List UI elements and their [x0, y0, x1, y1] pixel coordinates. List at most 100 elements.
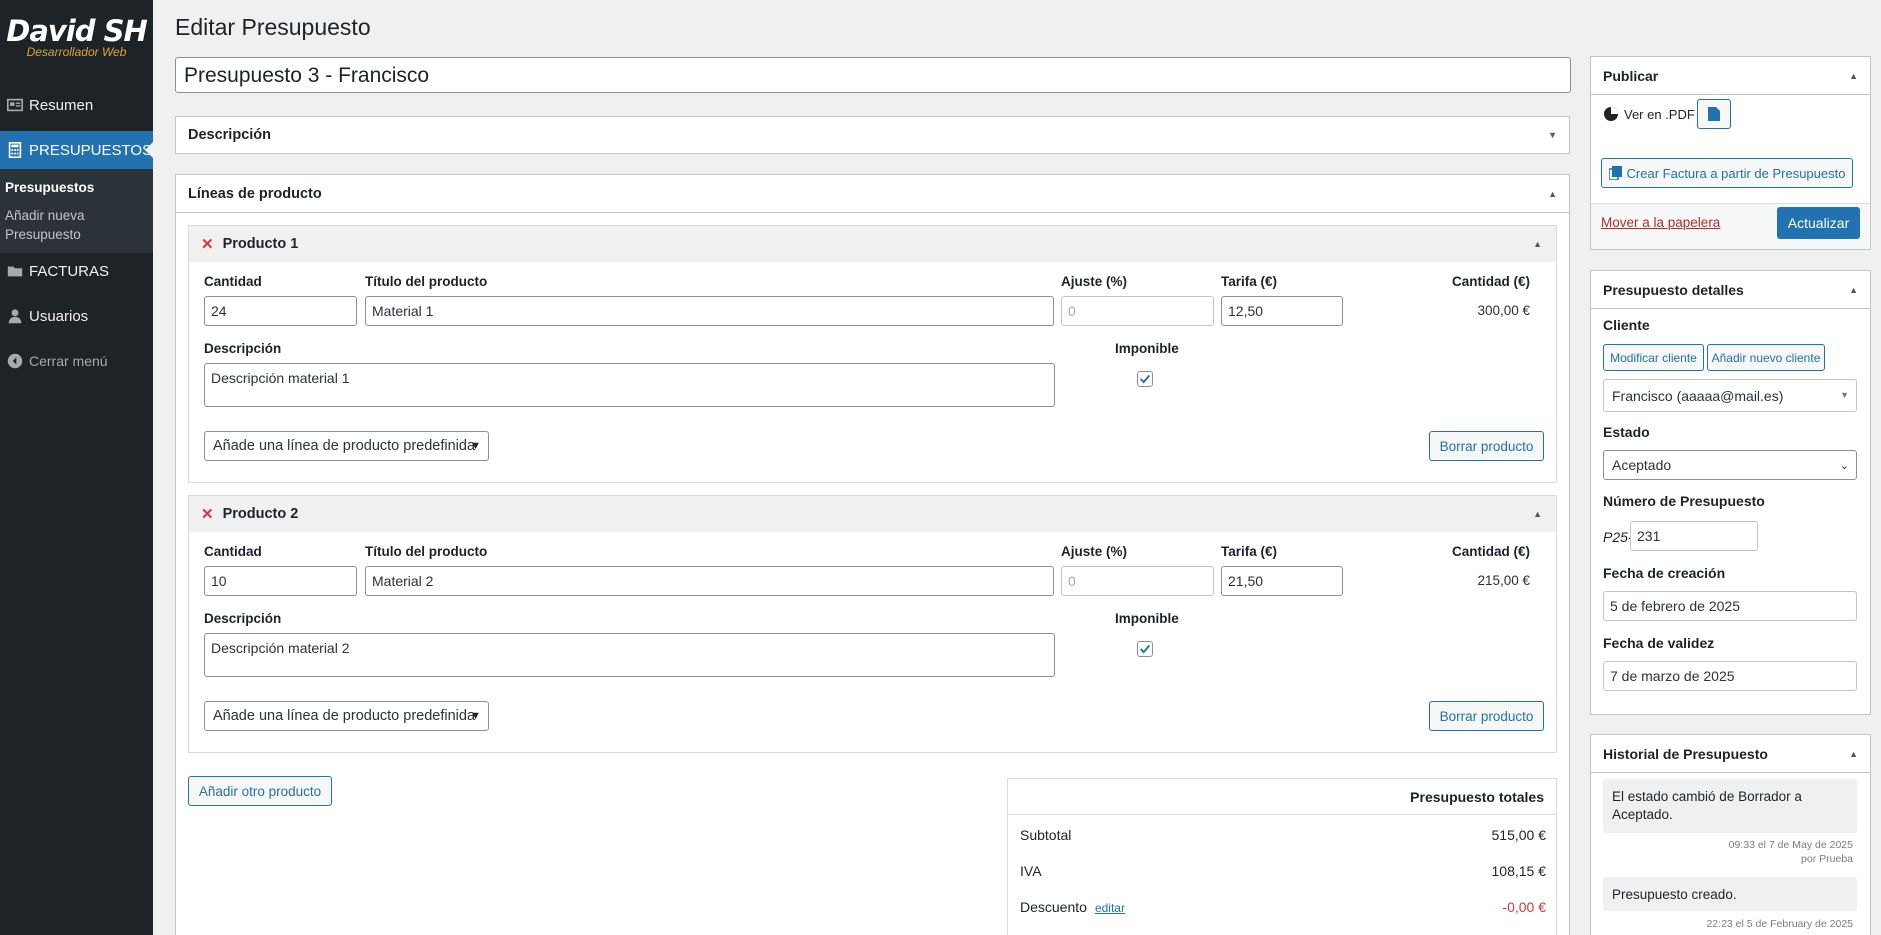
product-title-input[interactable]: Material 1 — [365, 296, 1054, 326]
rate-input[interactable]: 21,50 — [1221, 566, 1343, 596]
predefined-line-label: Añade una línea de producto predefinida — [213, 708, 476, 724]
taxable-checkbox[interactable] — [1137, 371, 1153, 387]
collapse-label: Cerrar menú — [29, 353, 108, 369]
discount-row: Descuento editar -0,00 € — [1020, 899, 1546, 915]
product-title-input[interactable]: Material 2 — [365, 566, 1054, 596]
product-lines-header[interactable]: Líneas de producto ▲ — [176, 175, 1569, 213]
post-title-input[interactable]: Presupuesto 3 - Francisco — [175, 57, 1571, 93]
add-product-button[interactable]: Añadir otro producto — [188, 776, 332, 806]
subtotal-label: Subtotal — [1020, 827, 1072, 843]
toggle-up-icon[interactable]: ▲ — [1849, 285, 1858, 295]
created-date-input[interactable]: 5 de febrero de 2025 — [1603, 591, 1857, 621]
line-amount: 300,00 € — [1477, 303, 1530, 318]
rate-input[interactable]: 12,50 — [1221, 296, 1343, 326]
quantity-input[interactable]: 10 — [204, 566, 357, 596]
remove-icon[interactable]: ✕ — [201, 505, 214, 523]
brand-logo[interactable]: David SH Desarrollador Web — [0, 14, 153, 74]
sidebar-item-presupuestos[interactable]: PRESUPUESTOS — [0, 131, 153, 169]
product-title-label: Título del producto — [365, 544, 488, 559]
discount-edit-link[interactable]: editar — [1095, 901, 1125, 915]
product-line: ✕ Producto 1 ▲ Cantidad Título del produ… — [188, 225, 1557, 483]
sidebar-item-facturas[interactable]: FACTURAS — [0, 252, 153, 290]
create-invoice-button[interactable]: Crear Factura a partir de Presupuesto — [1601, 158, 1853, 188]
publish-box-header[interactable]: Publicar ▲ — [1591, 57, 1870, 95]
pdf-button[interactable] — [1697, 99, 1731, 129]
toggle-up-icon[interactable]: ▲ — [1533, 509, 1542, 519]
predefined-line-select[interactable]: Añade una línea de producto predefinida … — [204, 431, 489, 461]
adjust-label: Ajuste (%) — [1061, 544, 1128, 559]
adjust-input[interactable]: 0 — [1061, 566, 1214, 596]
dashboard-icon — [0, 96, 29, 114]
created-label: Fecha de creación — [1603, 565, 1726, 581]
amount-label: Cantidad (€) — [1451, 544, 1530, 559]
rate-label: Tarifa (€) — [1221, 274, 1278, 289]
quantity-label: Cantidad — [204, 274, 262, 289]
description-textarea[interactable]: Descripción material 2 — [204, 633, 1055, 677]
iva-row: IVA 108,15 € — [1020, 863, 1546, 879]
client-select[interactable]: Francisco (aaaaa@mail.es) ▼ — [1603, 379, 1857, 412]
delete-product-button[interactable]: Borrar producto — [1429, 701, 1544, 731]
history-box-header[interactable]: Historial de Presupuesto ▲ — [1591, 735, 1870, 773]
adjust-label: Ajuste (%) — [1061, 274, 1128, 289]
product-line-title: Producto 1 — [222, 236, 299, 252]
totals-table: Presupuesto totales Subtotal 515,00 € IV… — [1007, 778, 1557, 935]
toggle-up-icon[interactable]: ▲ — [1849, 749, 1858, 759]
admin-sidebar: David SH Desarrollador Web Resumen PRESU… — [0, 0, 153, 935]
add-client-button[interactable]: Añadir nuevo cliente — [1707, 344, 1825, 371]
current-menu-arrow — [145, 142, 153, 158]
number-prefix: P25- — [1603, 529, 1633, 545]
description-textarea[interactable]: Descripción material 1 — [204, 363, 1055, 407]
product-line-header[interactable]: ✕ Producto 1 ▲ — [189, 226, 1556, 262]
product-line: ✕ Producto 2 ▲ Cantidad Título del produ… — [188, 495, 1557, 753]
calculator-icon — [0, 141, 29, 159]
details-box-header[interactable]: Presupuesto detalles ▲ — [1591, 271, 1870, 309]
update-button[interactable]: Actualizar — [1777, 207, 1860, 239]
view-pdf-label: Ver en .PDF — [1624, 106, 1695, 122]
pie-icon — [1604, 107, 1618, 121]
modify-client-button[interactable]: Modificar cliente — [1603, 344, 1704, 371]
number-input[interactable]: 231 — [1630, 521, 1758, 551]
product-line-title: Producto 2 — [222, 506, 299, 522]
sidebar-item-resumen[interactable]: Resumen — [0, 86, 153, 124]
delete-product-button[interactable]: Borrar producto — [1429, 431, 1544, 461]
sidebar-item-label: Usuarios — [29, 307, 89, 325]
client-value: Francisco (aaaaa@mail.es) — [1612, 388, 1784, 404]
history-note-author: por Prueba — [1801, 853, 1853, 865]
predefined-line-select[interactable]: Añade una línea de producto predefinida … — [204, 701, 489, 731]
status-select[interactable]: Aceptado ⌄ — [1603, 450, 1857, 480]
details-title: Presupuesto detalles — [1603, 281, 1744, 298]
collapse-icon — [0, 352, 29, 370]
iva-value: 108,15 € — [1491, 863, 1547, 879]
discount-value: -0,00 € — [1502, 899, 1546, 915]
check-icon — [1139, 374, 1151, 384]
taxable-checkbox[interactable] — [1137, 641, 1153, 657]
description-box-title: Descripción — [188, 127, 271, 143]
adjust-input[interactable]: 0 — [1061, 296, 1214, 326]
description-box-header[interactable]: Descripción ▼ — [176, 117, 1569, 153]
details-box: Presupuesto detalles ▲ Cliente Modificar… — [1590, 270, 1871, 715]
client-label: Cliente — [1603, 317, 1650, 333]
taxable-label: Imponible — [1115, 611, 1179, 626]
toggle-up-icon[interactable]: ▲ — [1849, 71, 1858, 81]
history-note-time: 22:23 el 5 de February de 2025 — [1706, 918, 1853, 930]
toggle-up-icon[interactable]: ▲ — [1533, 239, 1542, 249]
toggle-down-icon[interactable]: ▼ — [1548, 130, 1557, 140]
chevron-down-icon: ▼ — [1840, 390, 1849, 400]
submenu-add-new[interactable]: Añadir nueva Presupuesto — [0, 206, 90, 244]
valid-label: Fecha de validez — [1603, 635, 1715, 651]
document-icon — [1708, 107, 1720, 121]
sidebar-item-usuarios[interactable]: Usuarios — [0, 297, 153, 335]
quantity-input[interactable]: 24 — [204, 296, 357, 326]
trash-link[interactable]: Mover a la papelera — [1601, 215, 1720, 230]
subtotal-value: 515,00 € — [1491, 827, 1547, 843]
brand-name: David SH — [6, 14, 148, 48]
valid-date-input[interactable]: 7 de marzo de 2025 — [1603, 661, 1857, 691]
publish-title: Publicar — [1603, 67, 1659, 84]
product-line-header[interactable]: ✕ Producto 2 ▲ — [189, 496, 1556, 532]
collapse-menu-button[interactable]: Cerrar menú — [0, 342, 153, 380]
product-lines-title: Líneas de producto — [188, 185, 322, 202]
submenu-presupuestos[interactable]: Presupuestos — [0, 178, 153, 197]
remove-icon[interactable]: ✕ — [201, 235, 214, 253]
toggle-up-icon[interactable]: ▲ — [1548, 189, 1557, 199]
discount-label: Descuento — [1020, 899, 1087, 915]
